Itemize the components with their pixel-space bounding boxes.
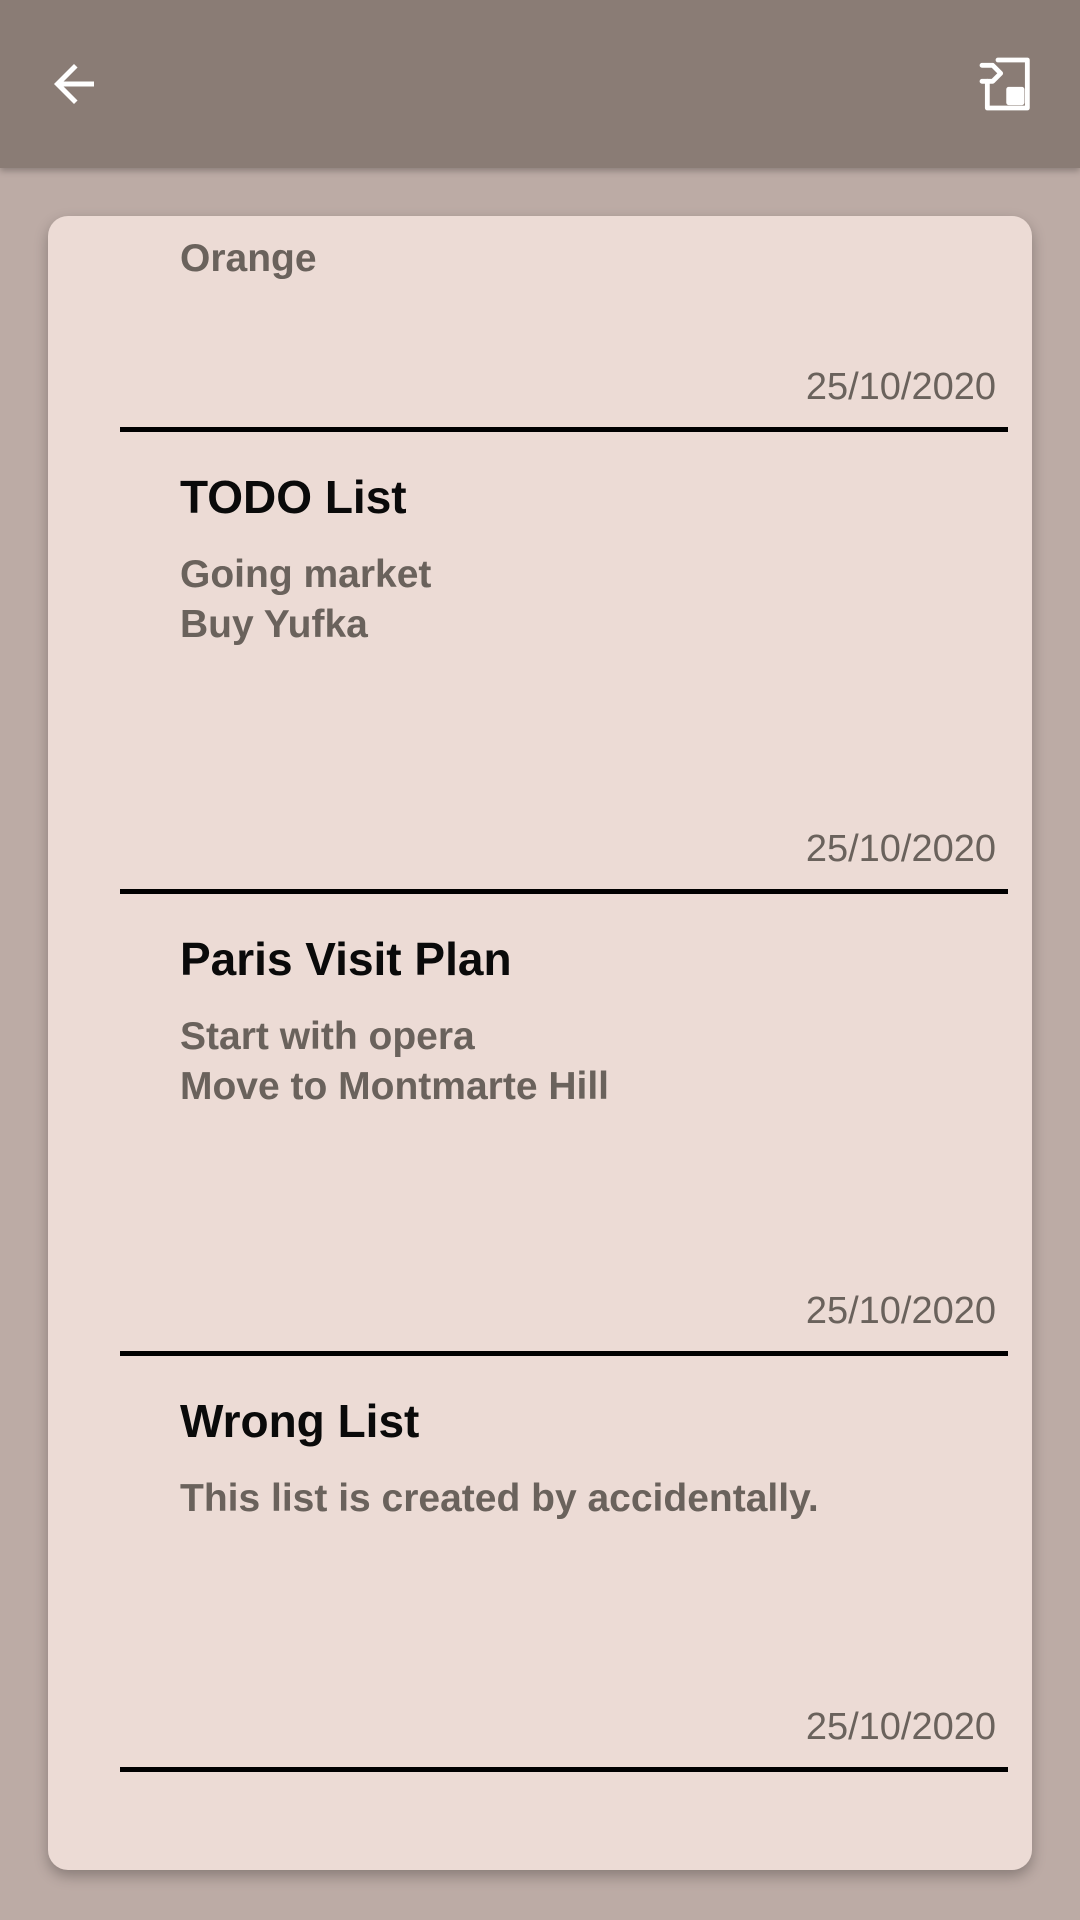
note-date: 25/10/2020 (805, 366, 996, 408)
note-body: This list is created by accidentally. (180, 1477, 819, 1520)
note-date: 25/10/2020 (805, 1290, 996, 1332)
export-file-icon (979, 57, 1030, 111)
notes-list: Orange 25/10/2020 TODO List Going market… (48, 216, 1032, 1772)
notes-card: Orange 25/10/2020 TODO List Going market… (48, 216, 1032, 1870)
note-item[interactable]: Orange 25/10/2020 (120, 216, 1008, 432)
note-title: TODO List (180, 471, 407, 523)
back-button[interactable] (24, 34, 124, 134)
note-date: 25/10/2020 (805, 828, 996, 870)
note-body: Going market Buy Yufka (180, 553, 432, 646)
note-title: Wrong List (180, 1395, 420, 1447)
note-item[interactable]: Wrong List This list is created by accid… (120, 1356, 1008, 1772)
export-button[interactable] (956, 34, 1056, 134)
arrow-left-icon (54, 64, 94, 104)
note-title: Paris Visit Plan (180, 933, 512, 985)
note-date: 25/10/2020 (805, 1706, 996, 1748)
note-item[interactable]: TODO List Going market Buy Yufka 25/10/2… (120, 432, 1008, 894)
top-app-bar (0, 0, 1080, 168)
note-item[interactable]: Paris Visit Plan Start with opera Move t… (120, 894, 1008, 1356)
note-body: Orange (180, 237, 317, 280)
note-body: Start with opera Move to Montmarte Hill (180, 1015, 610, 1108)
